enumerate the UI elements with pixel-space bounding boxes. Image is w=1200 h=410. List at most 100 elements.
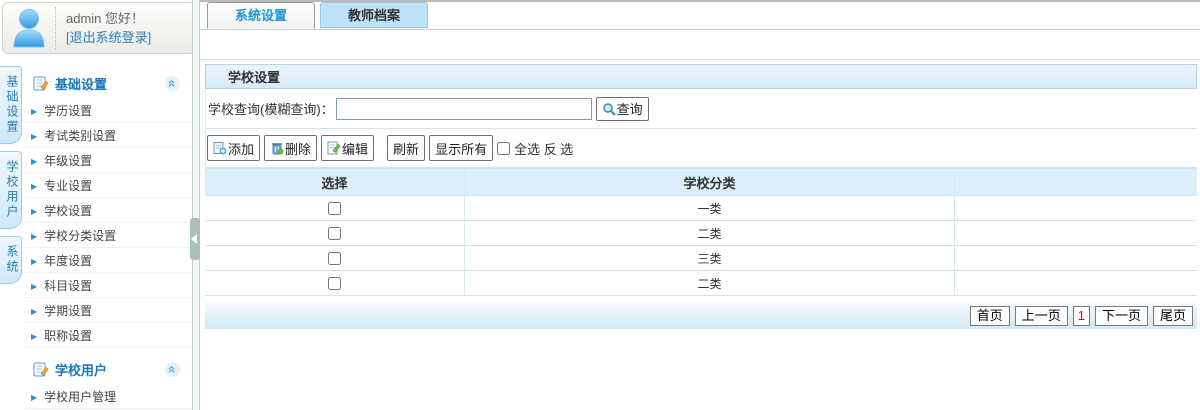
row-category-cell: 二类 bbox=[465, 221, 955, 245]
trash-icon bbox=[272, 143, 284, 155]
refresh-button-label: 刷新 bbox=[393, 141, 420, 157]
side-tab-2[interactable]: 系统 bbox=[0, 236, 22, 284]
document-plus-icon bbox=[213, 142, 227, 155]
notepad-icon-wrap bbox=[33, 361, 49, 377]
sidebar-collapse-handle-icon[interactable] bbox=[190, 218, 200, 260]
triangle-bullet-icon bbox=[31, 103, 37, 117]
row-checkbox[interactable] bbox=[328, 251, 341, 265]
row-checkbox[interactable] bbox=[328, 201, 341, 215]
row-category-cell: 二类 bbox=[465, 271, 955, 295]
sidebar-item[interactable]: 年级设置 bbox=[25, 148, 192, 173]
pagination-next[interactable]: 下一页 bbox=[1094, 305, 1148, 326]
sidebar-splitter[interactable] bbox=[190, 0, 200, 410]
user-greeting: admin 您好！ bbox=[66, 11, 145, 26]
pagination-prev[interactable]: 上一页 bbox=[1014, 305, 1068, 326]
pencil-page-icon bbox=[327, 141, 341, 155]
side-tab-strip: 基础设置学校用户系统 bbox=[0, 66, 25, 291]
side-tab-1[interactable]: 学校用户 bbox=[0, 151, 22, 229]
table-row: 二类 bbox=[205, 221, 1197, 246]
main-tab-0[interactable]: 系统设置 bbox=[207, 2, 315, 29]
delete-button[interactable]: 删除 bbox=[264, 135, 318, 161]
sidebar-item[interactable]: 学期设置 bbox=[25, 298, 192, 323]
logout-link[interactable]: [退出系统登录] bbox=[66, 28, 151, 47]
row-category-cell: 三类 bbox=[465, 246, 955, 270]
sidebar-item-label: 学历设置 bbox=[44, 103, 93, 118]
side-tab-0[interactable]: 基础设置 bbox=[0, 66, 22, 144]
delete-button-label: 删除 bbox=[285, 141, 312, 157]
sidebar-group-label: 基础设置 bbox=[55, 76, 108, 92]
collapse-chevrons-icon[interactable] bbox=[165, 75, 180, 91]
row-select-cell bbox=[205, 246, 465, 270]
add-button[interactable]: 添加 bbox=[207, 135, 261, 161]
sidebar-item-label: 科目设置 bbox=[44, 278, 93, 293]
table-row: 三类 bbox=[205, 246, 1197, 271]
sidebar-item-label: 学期设置 bbox=[44, 303, 93, 318]
pagination-page-1[interactable]: 1 bbox=[1072, 305, 1090, 326]
search-button-label: 查询 bbox=[616, 102, 643, 117]
sidebar-item-label: 考试类别设置 bbox=[44, 128, 117, 143]
row-empty-cell bbox=[955, 246, 1197, 270]
table-row: 一类 bbox=[205, 196, 1197, 221]
sidebar-item-label: 年度设置 bbox=[44, 253, 93, 268]
panel-title: 学校设置 bbox=[228, 70, 281, 85]
sidebar-item-label: 学校设置 bbox=[44, 203, 93, 218]
avatar bbox=[3, 7, 56, 49]
triangle-bullet-icon bbox=[31, 228, 37, 242]
sidebar-item-label: 学校用户管理 bbox=[44, 389, 117, 404]
search-button[interactable]: 查询 bbox=[595, 96, 649, 121]
sidebar-item[interactable]: 学校分类设置 bbox=[25, 223, 192, 248]
row-checkbox[interactable] bbox=[328, 276, 341, 290]
table-header-cell: 学校分类 bbox=[465, 169, 955, 195]
sidebar-group-header[interactable]: 基础设置 bbox=[33, 70, 188, 96]
collapse-chevrons-icon[interactable] bbox=[165, 361, 180, 377]
sidebar-item[interactable]: 考试类别设置 bbox=[25, 123, 192, 148]
notepad-icon-wrap bbox=[33, 75, 49, 91]
content-divider bbox=[200, 59, 1200, 60]
pagination-first[interactable]: 首页 bbox=[969, 305, 1010, 326]
triangle-bullet-icon bbox=[31, 253, 37, 267]
main-tab-1[interactable]: 教师档案 bbox=[320, 2, 428, 28]
search-row: 学校查询(模糊查询)： 查询 bbox=[205, 89, 1197, 129]
row-select-cell bbox=[205, 196, 465, 220]
row-empty-cell bbox=[955, 196, 1197, 220]
edit-button[interactable]: 编辑 bbox=[321, 135, 375, 161]
search-label: 学校查询(模糊查询)： bbox=[208, 102, 334, 117]
sidebar-item-label: 年级设置 bbox=[44, 153, 93, 168]
sidebar-item-label: 职称设置 bbox=[44, 328, 93, 343]
main-tab-bar: 系统设置 教师档案 bbox=[200, 2, 1200, 30]
pagination-last[interactable]: 尾页 bbox=[1152, 305, 1193, 326]
triangle-bullet-icon bbox=[31, 128, 37, 142]
sidebar-item[interactable]: 学校设置 bbox=[25, 198, 192, 223]
add-button-label: 添加 bbox=[228, 141, 255, 157]
select-all-label: 全选 反 选 bbox=[514, 141, 574, 157]
select-all-checkbox[interactable] bbox=[497, 141, 511, 155]
row-checkbox[interactable] bbox=[328, 226, 341, 240]
main-content: 系统设置 教师档案 学校设置 学校查询(模糊查询)： 查询 添加 删除 编辑 刷… bbox=[200, 0, 1200, 410]
sidebar-group-header[interactable]: 学校用户 bbox=[33, 356, 188, 382]
show-all-button[interactable]: 显示所有 bbox=[429, 135, 494, 161]
notepad-icon bbox=[33, 362, 49, 377]
triangle-bullet-icon bbox=[31, 178, 37, 192]
sidebar-item[interactable]: 专业设置 bbox=[25, 173, 192, 198]
sidebar-item[interactable]: 学校用户管理 bbox=[25, 384, 192, 409]
notepad-icon bbox=[33, 76, 49, 91]
table-header-row: 选择 学校分类 bbox=[205, 168, 1197, 196]
row-select-cell bbox=[205, 221, 465, 245]
user-panel: admin 您好！ [退出系统登录] bbox=[2, 2, 196, 54]
school-search-input[interactable] bbox=[335, 97, 592, 120]
row-category-cell: 一类 bbox=[465, 196, 955, 220]
sidebar-item[interactable]: 科目设置 bbox=[25, 273, 192, 298]
school-category-table: 选择 学校分类 一类 二类 三类 二类 bbox=[205, 168, 1197, 296]
sidebar-item[interactable]: 学历设置 bbox=[25, 98, 192, 123]
triangle-bullet-icon bbox=[31, 278, 37, 292]
row-empty-cell bbox=[955, 221, 1197, 245]
pagination-bar: 首页 上一页 1 下一页 尾页 bbox=[205, 302, 1197, 329]
sidebar-item[interactable]: 职称设置 bbox=[25, 323, 192, 348]
sidebar-item-label: 专业设置 bbox=[44, 178, 93, 193]
table-body: 一类 二类 三类 二类 bbox=[205, 196, 1197, 296]
row-select-cell bbox=[205, 271, 465, 295]
sidebar-item[interactable]: 年度设置 bbox=[25, 248, 192, 273]
refresh-button[interactable]: 刷新 bbox=[387, 135, 426, 161]
panel-header: 学校设置 bbox=[205, 64, 1197, 89]
sidebar-group-label: 学校用户 bbox=[55, 362, 108, 378]
